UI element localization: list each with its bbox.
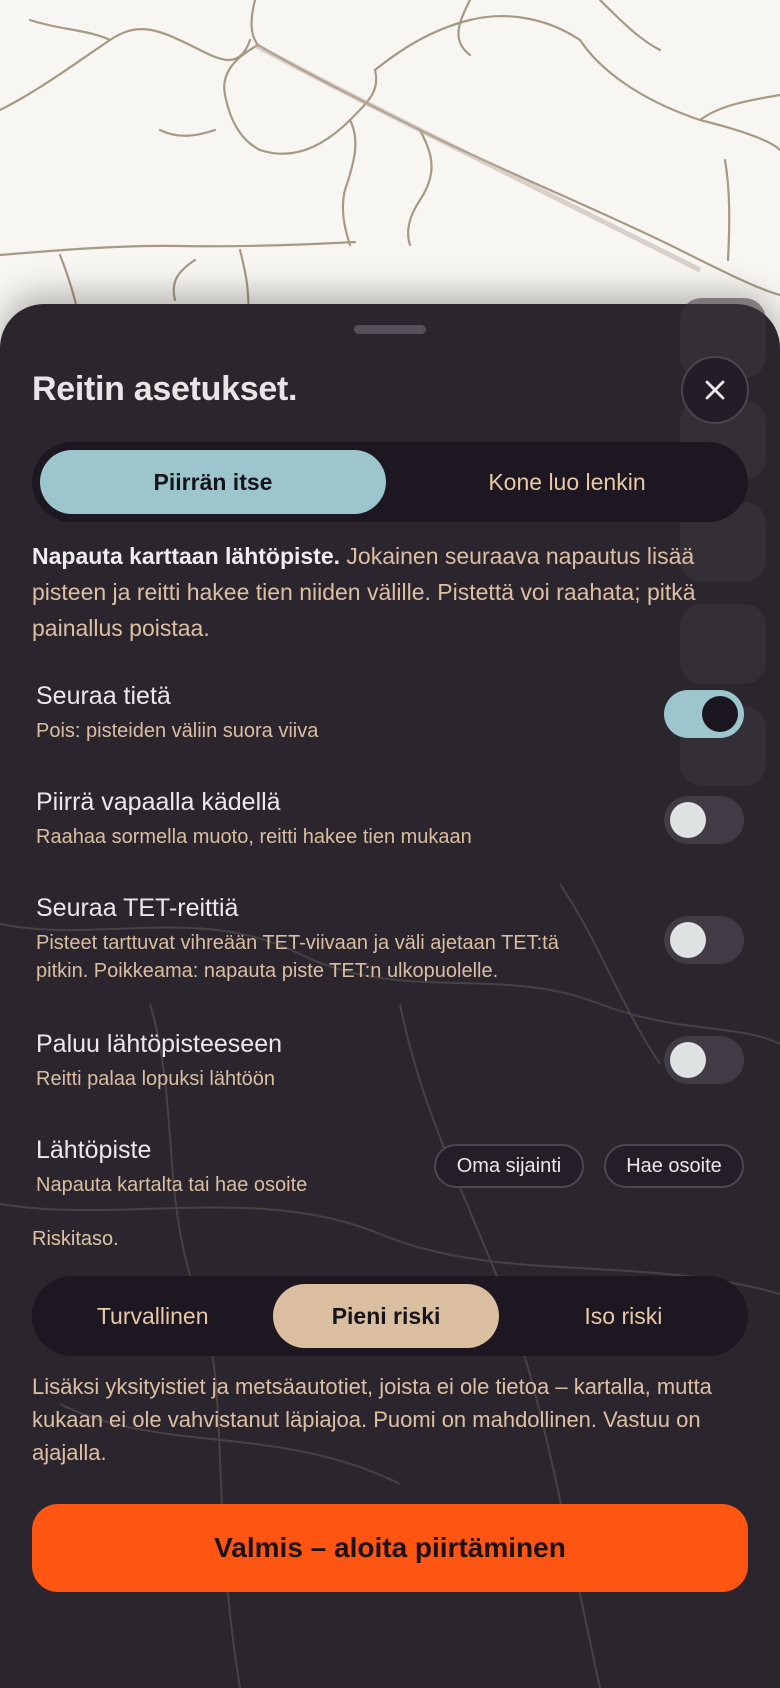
risk-option-high[interactable]: Iso riski bbox=[507, 1284, 740, 1348]
toggle-knob bbox=[670, 1042, 706, 1078]
risk-label: Riskitaso. bbox=[32, 1228, 119, 1250]
risk-option-low[interactable]: Pieni riski bbox=[273, 1284, 499, 1348]
option-sub: Raahaa sormella muoto, reitti hakee tien… bbox=[36, 826, 472, 848]
option-label: Seuraa tietä bbox=[36, 682, 171, 710]
option-label: Paluu lähtöpisteeseen bbox=[36, 1030, 283, 1058]
tab-draw-myself[interactable]: Piirrän itse bbox=[40, 450, 386, 514]
toggle-knob bbox=[670, 922, 706, 958]
risk-option-safe[interactable]: Turvallinen bbox=[40, 1284, 265, 1348]
own-location-button[interactable]: Oma sijainti bbox=[434, 1144, 584, 1188]
help-text: Napauta karttaan lähtöpiste. Jokainen se… bbox=[32, 538, 748, 646]
risk-tabs: Turvallinen Pieni riski Iso riski bbox=[32, 1276, 748, 1356]
close-button[interactable] bbox=[681, 356, 749, 424]
search-address-button[interactable]: Hae osoite bbox=[604, 1144, 744, 1188]
option-return-start: Paluu lähtöpisteeseen Reitti palaa lopuk… bbox=[36, 1030, 748, 1093]
option-freehand: Piirrä vapaalla kädellä Raahaa sormella … bbox=[36, 788, 748, 851]
tab-auto-loop[interactable]: Kone luo lenkin bbox=[394, 450, 740, 514]
risk-description: Lisäksi yksityistiet ja metsäautotiet, j… bbox=[32, 1374, 712, 1465]
route-settings-sheet: Reitin asetukset. Piirrän itse Kone luo … bbox=[0, 298, 780, 1688]
option-label: Piirrä vapaalla kädellä bbox=[36, 788, 281, 816]
option-sub: Pois: pisteiden väliin suora viiva bbox=[36, 720, 319, 742]
option-sub: Pisteet tarttuvat vihreään TET-viivaan j… bbox=[36, 932, 559, 982]
option-follow-tet: Seuraa TET-reittiä Pisteet tarttuvat vih… bbox=[36, 894, 748, 985]
follow-tet-toggle[interactable] bbox=[664, 916, 744, 964]
sheet-title: Reitin asetukset. bbox=[32, 370, 298, 408]
return-start-toggle[interactable] bbox=[664, 1036, 744, 1084]
freehand-toggle[interactable] bbox=[664, 796, 744, 844]
map-roads bbox=[0, 0, 780, 320]
toggle-knob bbox=[702, 696, 738, 732]
option-follow-road: Seuraa tietä Pois: pisteiden väliin suor… bbox=[36, 682, 748, 745]
close-icon bbox=[705, 380, 725, 400]
help-text-bold: Napauta karttaan lähtöpiste. bbox=[32, 543, 341, 569]
sheet-grabber[interactable] bbox=[354, 325, 426, 334]
toggle-knob bbox=[670, 802, 706, 838]
mode-tabs: Piirrän itse Kone luo lenkin bbox=[32, 442, 748, 522]
option-label: Seuraa TET-reittiä bbox=[36, 894, 239, 922]
follow-road-toggle[interactable] bbox=[664, 690, 744, 738]
start-point-sub: Napauta kartalta tai hae osoite bbox=[36, 1174, 308, 1196]
option-sub: Reitti palaa lopuksi lähtöön bbox=[36, 1068, 276, 1090]
done-start-drawing-button[interactable]: Valmis – aloita piirtäminen bbox=[32, 1504, 748, 1592]
